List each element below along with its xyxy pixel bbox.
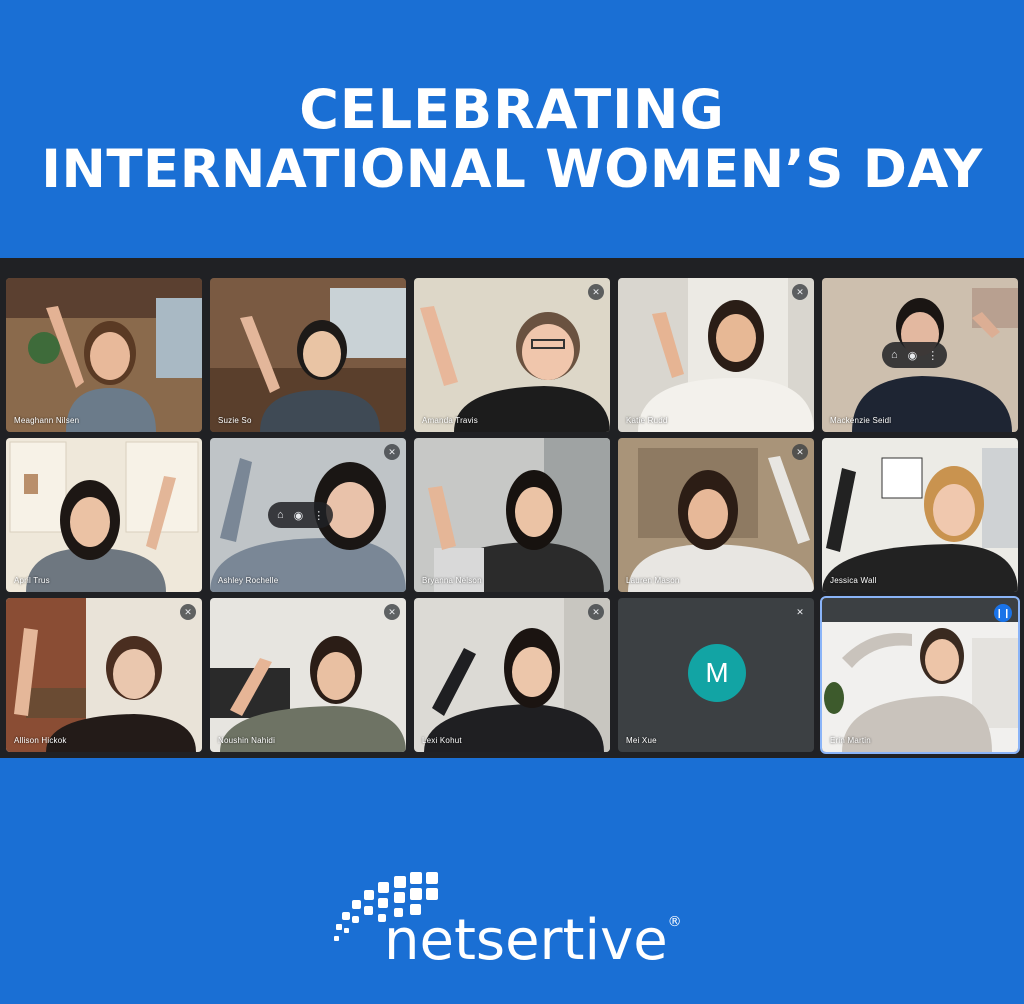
mic-off-icon: ✕ bbox=[588, 284, 604, 300]
participant-video bbox=[822, 466, 1018, 592]
participant-name: Katie Rudd bbox=[626, 416, 668, 425]
participant-name: April Trus bbox=[14, 576, 50, 585]
participant-name: Noushin Nahidi bbox=[218, 736, 276, 745]
participant-video bbox=[424, 628, 604, 752]
participant-tile[interactable]: Bryanna Nelson bbox=[414, 438, 610, 592]
participant-name: Ashley Rochelle bbox=[218, 576, 279, 585]
registered-mark: ® bbox=[667, 914, 682, 930]
participant-tile[interactable]: Meaghann Nilsen bbox=[6, 278, 202, 432]
participant-video bbox=[420, 306, 610, 432]
participant-name: Lexi Kohut bbox=[422, 736, 462, 745]
participant-tile[interactable]: Suzie So bbox=[210, 278, 406, 432]
participant-name: Lauren Mason bbox=[626, 576, 680, 585]
mic-off-icon: ✕ bbox=[384, 444, 400, 460]
participant-video bbox=[14, 628, 196, 752]
participant-video bbox=[428, 470, 604, 592]
participant-tile-active-speaker[interactable]: ❙❙ Erin Martin bbox=[820, 596, 1020, 754]
brand-wordmark: netsertive bbox=[384, 908, 668, 973]
participant-video bbox=[220, 636, 406, 752]
participant-name: Erin Martin bbox=[830, 736, 871, 745]
participant-video bbox=[638, 300, 814, 432]
avatar: M bbox=[688, 644, 746, 702]
pin-icon[interactable]: ⌂ bbox=[277, 509, 284, 521]
participant-tile[interactable]: April Trus bbox=[6, 438, 202, 592]
participant-video bbox=[46, 306, 156, 432]
speaking-indicator-icon: ❙❙ bbox=[994, 604, 1012, 622]
mic-off-icon: ✕ bbox=[384, 604, 400, 620]
netsertive-logo: netsertive® bbox=[330, 870, 730, 980]
participant-tile[interactable]: M ✕ Mei Xue bbox=[618, 598, 814, 752]
participant-tile[interactable]: ⌂ ◉ ⋮ ✕ Ashley Rochelle bbox=[210, 438, 406, 592]
mic-icon[interactable]: ◉ bbox=[294, 509, 304, 522]
more-options-icon[interactable]: ⋮ bbox=[313, 509, 324, 522]
participant-video bbox=[824, 628, 992, 752]
headline: CELEBRATING INTERNATIONAL WOMEN’S DAY bbox=[0, 80, 1024, 200]
participant-name: Bryanna Nelson bbox=[422, 576, 482, 585]
participant-tile[interactable]: ✕ Amanda Travis bbox=[414, 278, 610, 432]
participant-name: Allison Hickok bbox=[14, 736, 67, 745]
headline-line-1: CELEBRATING bbox=[299, 78, 725, 141]
participant-name: Suzie So bbox=[218, 416, 252, 425]
participant-name: Mackenzie Seidl bbox=[830, 416, 892, 425]
participant-tile[interactable]: ✕ Lexi Kohut bbox=[414, 598, 610, 752]
pin-icon[interactable]: ⌂ bbox=[891, 349, 898, 361]
headline-line-2: INTERNATIONAL WOMEN’S DAY bbox=[41, 139, 983, 200]
mic-off-icon: ✕ bbox=[792, 284, 808, 300]
participant-tile[interactable]: ✕ Allison Hickok bbox=[6, 598, 202, 752]
participant-tile[interactable]: Jessica Wall bbox=[822, 438, 1018, 592]
more-options-icon[interactable]: ⋮ bbox=[927, 349, 938, 362]
video-call-grid: Meaghann Nilsen Suzie So ✕ Amanda Travis bbox=[0, 258, 1024, 758]
mic-off-icon: ✕ bbox=[180, 604, 196, 620]
participant-tile[interactable]: ✕ Katie Rudd bbox=[618, 278, 814, 432]
participant-tile[interactable]: ✕ Noushin Nahidi bbox=[210, 598, 406, 752]
participant-name: Mei Xue bbox=[626, 736, 657, 745]
participant-tile[interactable]: ✕ Lauren Mason bbox=[618, 438, 814, 592]
brand-name: netsertive® bbox=[384, 908, 682, 973]
tile-controls: ⌂ ◉ ⋮ bbox=[268, 502, 334, 528]
mic-off-icon: ✕ bbox=[792, 604, 808, 620]
participant-name: Meaghann Nilsen bbox=[14, 416, 80, 425]
participant-tile[interactable]: ⌂ ◉ ⋮ Mackenzie Seidl bbox=[822, 278, 1018, 432]
mic-off-icon: ✕ bbox=[792, 444, 808, 460]
participant-video bbox=[26, 476, 176, 592]
tile-controls: ⌂ ◉ ⋮ bbox=[882, 342, 948, 368]
participant-name: Jessica Wall bbox=[830, 576, 877, 585]
mic-icon[interactable]: ◉ bbox=[908, 349, 918, 362]
mic-off-icon: ✕ bbox=[588, 604, 604, 620]
participant-video bbox=[240, 316, 380, 432]
participant-video bbox=[628, 456, 814, 592]
participant-name: Amanda Travis bbox=[422, 416, 478, 425]
